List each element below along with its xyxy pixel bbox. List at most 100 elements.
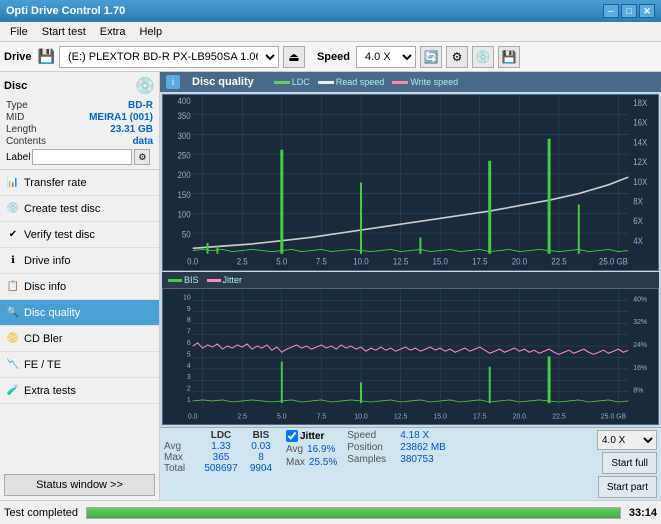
settings-btn[interactable]: ⚙ — [446, 46, 468, 68]
disc-info-icon: 📋 — [6, 280, 20, 294]
svg-text:15.0: 15.0 — [432, 256, 448, 266]
svg-text:20.0: 20.0 — [513, 413, 527, 421]
samples-label: Samples — [347, 454, 399, 465]
minimize-btn[interactable]: ─ — [603, 4, 619, 18]
svg-text:14X: 14X — [633, 137, 647, 147]
mid-value: MEIRA1 (001) — [89, 112, 153, 123]
menu-start-test[interactable]: Start test — [36, 23, 92, 41]
stats-ldc-header: LDC — [200, 430, 242, 441]
jitter-checkbox[interactable] — [286, 430, 298, 442]
nav-extra-tests[interactable]: 🧪 Extra tests — [0, 378, 159, 404]
nav-transfer-rate[interactable]: 📊 Transfer rate — [0, 170, 159, 196]
svg-text:7.5: 7.5 — [316, 256, 327, 266]
sidebar: Disc 💿 Type BD-R MID MEIRA1 (001) Length… — [0, 72, 160, 500]
extra-tests-icon: 🧪 — [6, 384, 20, 398]
drive-select[interactable]: (E:) PLEXTOR BD-R PX-LB950SA 1.06 — [59, 46, 279, 68]
nav-create-test-disc[interactable]: 💿 Create test disc — [0, 196, 159, 222]
cd-bler-icon: 📀 — [6, 332, 20, 346]
nav-drive-info[interactable]: ℹ Drive info — [0, 248, 159, 274]
stats-avg-ldc: 1.33 — [200, 441, 242, 452]
nav-fe-te[interactable]: 📉 FE / TE — [0, 352, 159, 378]
jitter-avg-value: 16.9% — [307, 444, 335, 455]
close-btn[interactable]: ✕ — [639, 4, 655, 18]
toolbar: Drive 💾 (E:) PLEXTOR BD-R PX-LB950SA 1.0… — [0, 42, 661, 72]
type-value: BD-R — [128, 100, 153, 111]
svg-text:25.0 GB: 25.0 GB — [601, 413, 627, 421]
disc-icon: 💿 — [135, 76, 155, 96]
maximize-btn[interactable]: □ — [621, 4, 637, 18]
eject-btn[interactable]: ⏏ — [283, 46, 305, 68]
length-label: Length — [6, 124, 37, 135]
svg-text:16%: 16% — [633, 364, 648, 372]
svg-text:1: 1 — [187, 396, 191, 404]
mid-label: MID — [6, 112, 24, 123]
menu-file[interactable]: File — [4, 23, 34, 41]
length-value: 23.31 GB — [110, 124, 153, 135]
drive-info-label: Drive info — [24, 255, 70, 267]
label-input[interactable] — [32, 149, 132, 165]
test-speed-select[interactable]: 4.0 X — [597, 430, 657, 450]
svg-text:17.5: 17.5 — [472, 256, 488, 266]
svg-text:5: 5 — [187, 350, 191, 358]
drive-icon: 💾 — [38, 48, 55, 65]
nav-verify-test-disc[interactable]: ✔ Verify test disc — [0, 222, 159, 248]
start-full-btn[interactable]: Start full — [602, 452, 657, 474]
svg-text:22.5: 22.5 — [552, 413, 566, 421]
verify-test-disc-label: Verify test disc — [24, 229, 95, 241]
svg-text:12.5: 12.5 — [394, 413, 408, 421]
svg-text:0.0: 0.0 — [188, 413, 198, 421]
status-bar: Test completed 33:14 — [0, 500, 661, 524]
svg-text:6: 6 — [187, 339, 191, 347]
transfer-rate-icon: 📊 — [6, 176, 20, 190]
svg-text:8X: 8X — [633, 196, 643, 206]
status-text: Test completed — [4, 507, 78, 519]
progress-bar-container — [86, 507, 621, 519]
jitter-max-label: Max — [286, 457, 305, 468]
jitter-max-value: 25.5% — [309, 457, 337, 468]
label-btn[interactable]: ⚙ — [134, 149, 150, 165]
nav-cd-bler[interactable]: 📀 CD Bler — [0, 326, 159, 352]
verify-test-disc-icon: ✔ — [6, 228, 20, 242]
menu-extra[interactable]: Extra — [94, 23, 132, 41]
jitter-avg-label: Avg — [286, 444, 303, 455]
samples-value: 380753 — [400, 454, 470, 465]
status-window-btn[interactable]: Status window >> — [4, 474, 155, 496]
stats-avg-bis: 0.03 — [242, 441, 280, 452]
svg-text:5.0: 5.0 — [276, 256, 287, 266]
contents-value: data — [132, 136, 153, 147]
speed-select[interactable]: 4.0 X — [356, 46, 416, 68]
nav-disc-quality[interactable]: 🔍 Disc quality — [0, 300, 159, 326]
disc-quality-icon: 🔍 — [6, 306, 20, 320]
progress-bar — [87, 508, 620, 518]
svg-text:10: 10 — [183, 293, 191, 301]
chart-header: i Disc quality LDC Read speed Write spee… — [160, 72, 661, 92]
svg-text:8%: 8% — [633, 387, 644, 395]
refresh-btn[interactable]: 🔄 — [420, 46, 442, 68]
fe-te-icon: 📉 — [6, 358, 20, 372]
disc-btn[interactable]: 💿 — [472, 46, 494, 68]
svg-text:2.5: 2.5 — [237, 413, 247, 421]
menu-help[interactable]: Help — [133, 23, 168, 41]
svg-text:350: 350 — [178, 111, 192, 121]
transfer-rate-label: Transfer rate — [24, 177, 87, 189]
drive-info-icon: ℹ — [6, 254, 20, 268]
svg-text:400: 400 — [178, 95, 192, 105]
svg-text:9: 9 — [187, 305, 191, 313]
save-btn[interactable]: 💾 — [498, 46, 520, 68]
svg-text:12X: 12X — [633, 157, 647, 167]
svg-text:50: 50 — [182, 229, 191, 239]
svg-text:7.5: 7.5 — [317, 413, 327, 421]
svg-text:4X: 4X — [633, 236, 643, 246]
bottom-chart: 10 9 8 7 6 5 4 3 2 1 40% 32% 24% 16% 8% … — [162, 288, 659, 425]
jitter-label: Jitter — [300, 431, 324, 442]
speed-stat-label: Speed — [347, 430, 399, 441]
svg-text:5.0: 5.0 — [277, 413, 287, 421]
svg-text:17.5: 17.5 — [473, 413, 487, 421]
speed-label: Speed — [317, 51, 350, 63]
nav-disc-info[interactable]: 📋 Disc info — [0, 274, 159, 300]
start-part-btn[interactable]: Start part — [598, 476, 657, 498]
speed-stat-value: 4.18 X — [400, 430, 470, 441]
svg-text:10.0: 10.0 — [353, 256, 369, 266]
svg-text:12.5: 12.5 — [393, 256, 409, 266]
type-label: Type — [6, 100, 28, 111]
